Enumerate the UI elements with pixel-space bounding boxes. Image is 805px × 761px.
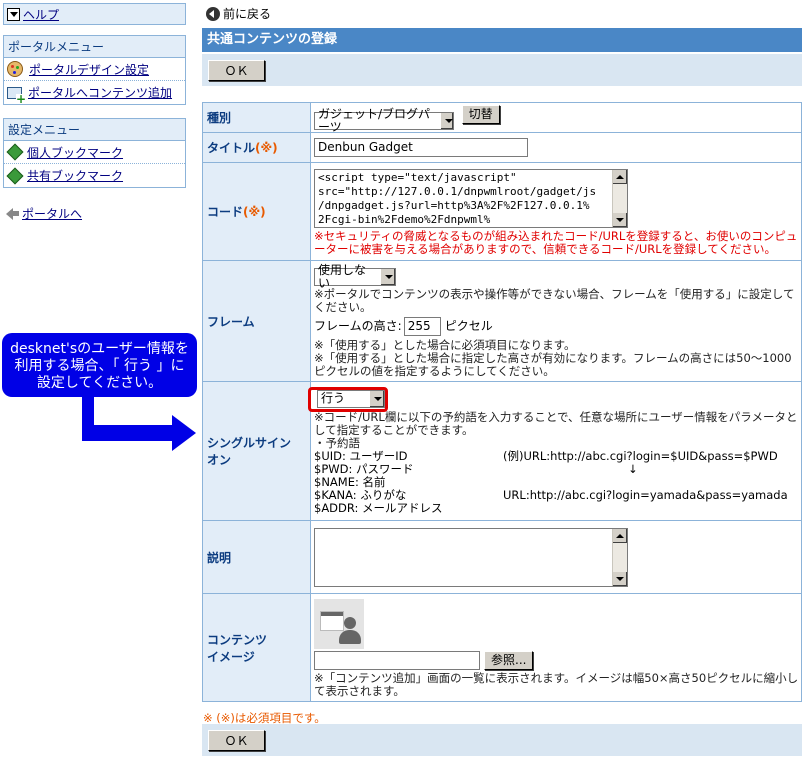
row-sso: シングルサイン オン 行う ※コード/URL欄に以下の予約語を入力することで、任… bbox=[202, 381, 802, 521]
callout-line: desknet'sのユーザー情報を bbox=[10, 341, 189, 357]
scroll-up-icon[interactable] bbox=[613, 528, 627, 543]
sso-callout: desknet'sのユーザー情報を 利用する場合、「 行う 」に 設定してくださ… bbox=[2, 333, 197, 397]
scroll-down-icon[interactable] bbox=[613, 212, 627, 227]
callout-line: 設定してください。 bbox=[36, 375, 163, 391]
code-line: /dnpgadget.js?url=http%3A%2F%2F127.0.0.1… bbox=[318, 198, 590, 212]
code-line: <script type="text/javascript" bbox=[318, 170, 517, 184]
description-textarea[interactable] bbox=[314, 527, 628, 587]
code-warning: ※セキュリティの脅威となるものが組み込まれたコード/URLを登録すると、お使いの… bbox=[314, 228, 798, 256]
required-mark: (※) bbox=[255, 141, 278, 155]
shared-bookmark-link[interactable]: 共有ブックマーク bbox=[27, 167, 123, 184]
ok-bar-bottom: ＯＫ bbox=[202, 724, 802, 756]
code-label: コード bbox=[207, 205, 244, 219]
row-code: コード(※) <script type="text/javascript" src… bbox=[202, 162, 802, 261]
add-content-link[interactable]: ポータルへコンテンツ追加 bbox=[28, 84, 172, 101]
palette-icon bbox=[7, 61, 23, 77]
sso-note: ※コード/URL欄に以下の予約語を入力することで、任意な場所にユーザー情報をパラ… bbox=[314, 409, 798, 437]
settings-menu-title: 設定メニュー bbox=[4, 119, 185, 141]
required-mark: (※) bbox=[243, 205, 266, 219]
help-toggle[interactable]: ヘルプ bbox=[3, 3, 186, 25]
row-image: コンテンツ イメージ 参照... ※「コンテンツ追加」画面の一覧に表示されます。… bbox=[202, 593, 802, 702]
chevron-down-icon bbox=[380, 269, 395, 285]
reserved-word: $NAME: 名前 bbox=[314, 474, 386, 489]
back-to-portal[interactable]: ポータルへ bbox=[6, 205, 82, 222]
frame-label: フレーム bbox=[202, 260, 311, 382]
frame-select[interactable]: 使用しない bbox=[314, 264, 396, 290]
chevron-down-icon bbox=[369, 390, 384, 407]
settings-menu: 設定メニュー 個人ブックマーク 共有ブックマーク bbox=[3, 118, 186, 188]
frame-height-input[interactable]: 255 bbox=[403, 317, 441, 336]
sidebar-item-shared-bookmark[interactable]: 共有ブックマーク bbox=[4, 164, 185, 187]
portal-menu: ポータルメニュー ポータルデザイン設定 ポータルへコンテンツ追加 bbox=[3, 35, 186, 105]
frame-note-height: ※「使用する」とした場合に指定した高さが有効になります。フレームの高さには50～… bbox=[314, 351, 792, 378]
example-url: (例)URL:http://abc.cgi?login=$UID&pass=$P… bbox=[503, 448, 778, 463]
personal-bookmark-link[interactable]: 個人ブックマーク bbox=[27, 144, 123, 161]
callout-line: 利用する場合、「 行う 」に bbox=[14, 358, 185, 374]
reserved-word: $PWD: パスワード bbox=[314, 461, 414, 476]
sso-label-cont: オン bbox=[207, 453, 232, 467]
row-description: 説明 bbox=[202, 520, 802, 594]
frame-note: ※ポータルでコンテンツの表示や操作等ができない場合、フレームを「使用する」に設定… bbox=[314, 287, 795, 314]
image-note: ※「コンテンツ追加」画面の一覧に表示されます。イメージは幅50×高さ50ピクセル… bbox=[314, 671, 799, 698]
back-link-label: 前に戻る bbox=[223, 7, 272, 21]
sso-select-value: 行う bbox=[321, 391, 346, 405]
ok-button-bottom[interactable]: ＯＫ bbox=[208, 730, 265, 751]
ok-bar-top: ＯＫ bbox=[202, 54, 802, 86]
sidebar-item-add-content[interactable]: ポータルへコンテンツ追加 bbox=[4, 81, 185, 104]
portal-design-link[interactable]: ポータルデザイン設定 bbox=[29, 61, 149, 78]
code-textarea[interactable]: <script type="text/javascript" src="http:… bbox=[314, 168, 628, 228]
browse-button[interactable]: 参照... bbox=[484, 651, 534, 670]
image-label-cont: イメージ bbox=[207, 649, 255, 664]
description-scrollbar[interactable] bbox=[612, 528, 627, 586]
reserved-word: $KANA: ふりがな bbox=[314, 487, 407, 502]
type-select-value: ガジェット/ブログパーツ bbox=[318, 107, 431, 134]
sidebar-item-portal-design[interactable]: ポータルデザイン設定 bbox=[4, 58, 185, 81]
frame-height-row: フレームの高さ: 255 ピクセル bbox=[314, 317, 799, 336]
pointer-arrow-icon bbox=[82, 397, 196, 451]
scroll-down-icon[interactable] bbox=[613, 571, 627, 586]
image-file-input[interactable] bbox=[314, 651, 480, 670]
expand-toggle-icon[interactable] bbox=[7, 7, 20, 21]
back-to-portal-link[interactable]: ポータルへ bbox=[22, 205, 82, 222]
portal-menu-title: ポータルメニュー bbox=[4, 36, 185, 58]
row-type: 種別 ガジェット/ブログパーツ 切替 bbox=[202, 102, 802, 134]
row-frame: フレーム 使用しない ※ポータルでコンテンツの表示や操作等ができない場合、フレー… bbox=[202, 260, 802, 382]
scroll-up-icon[interactable] bbox=[613, 169, 627, 184]
description-label: 説明 bbox=[202, 520, 311, 594]
content-image-preview bbox=[314, 599, 364, 649]
bookmark-icon bbox=[6, 143, 24, 161]
image-label: コンテンツ bbox=[207, 632, 268, 647]
type-select[interactable]: ガジェット/ブログパーツ bbox=[314, 108, 454, 134]
frame-height-unit: ピクセル bbox=[444, 319, 493, 333]
example-url-result: URL:http://abc.cgi?login=yamada&pass=yam… bbox=[503, 487, 788, 502]
frame-height-label: フレームの高さ: bbox=[314, 319, 402, 333]
reserved-word: $ADDR: メールアドレス bbox=[314, 500, 443, 515]
code-line: 2Fcgi-bin%2Fdemo%2Fdnpwml% bbox=[318, 212, 491, 226]
sidebar-item-personal-bookmark[interactable]: 個人ブックマーク bbox=[4, 141, 185, 164]
sso-select[interactable]: 行う bbox=[317, 389, 385, 408]
back-arrow-icon bbox=[6, 207, 13, 220]
type-label: 種別 bbox=[202, 102, 311, 133]
reserved-word: $UID: ユーザーID bbox=[314, 448, 408, 463]
title-label: タイトル bbox=[207, 141, 256, 155]
back-circle-icon bbox=[206, 6, 220, 21]
help-link[interactable]: ヘルプ bbox=[23, 6, 59, 23]
chevron-down-icon bbox=[439, 113, 453, 129]
sso-label: シングルサイン bbox=[207, 436, 292, 450]
title-input[interactable]: Denbun Gadget bbox=[314, 138, 528, 157]
code-scrollbar[interactable] bbox=[612, 169, 627, 227]
content-form: 種別 ガジェット/ブログパーツ 切替 タイトル(※) Denbun Gadget… bbox=[202, 102, 802, 702]
bookmark-icon bbox=[6, 167, 24, 184]
example-arrow: ↓ bbox=[628, 461, 638, 476]
page-title: 共通コンテンツの登録 bbox=[202, 28, 802, 52]
switch-button[interactable]: 切替 bbox=[461, 105, 500, 124]
code-line: src="http://127.0.0.1/dnpwmlroot/gadget/… bbox=[318, 184, 597, 198]
ok-button-top[interactable]: ＯＫ bbox=[208, 60, 265, 81]
reserved-words-header: ・予約語 bbox=[314, 435, 360, 450]
add-content-icon bbox=[7, 86, 26, 104]
back-link[interactable]: 前に戻る bbox=[206, 5, 271, 22]
row-title: タイトル(※) Denbun Gadget bbox=[202, 132, 802, 163]
